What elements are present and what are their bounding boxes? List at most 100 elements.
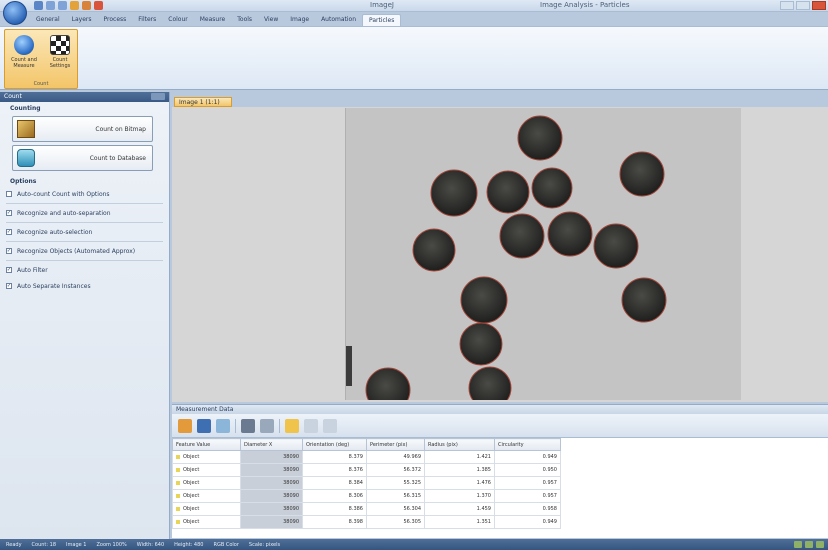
- particle: [531, 167, 573, 209]
- section-options: Options: [10, 178, 37, 185]
- tab-layers[interactable]: Layers: [66, 14, 98, 26]
- checkbox-checked-icon[interactable]: ✓: [6, 210, 12, 216]
- sort-descending-icon[interactable]: [323, 418, 337, 433]
- column-header[interactable]: Radius (pix): [424, 438, 495, 451]
- option-auto-count[interactable]: Auto-count Count with Options: [0, 186, 169, 202]
- table-cell: 0.949: [494, 515, 561, 529]
- column-header[interactable]: Diameter X: [240, 438, 303, 451]
- tab-general[interactable]: General: [30, 14, 66, 26]
- database-icon: [17, 149, 35, 167]
- indicator-icon[interactable]: [794, 541, 802, 548]
- application-menu-button[interactable]: [3, 1, 27, 25]
- tab-filters[interactable]: Filters: [132, 14, 162, 26]
- count-settings-button[interactable]: Count Settings: [43, 33, 77, 75]
- table-row[interactable]: Object 38090 8.379 49.969 1.421 0.949: [172, 450, 561, 464]
- particle: [365, 367, 411, 413]
- tab-measure[interactable]: Measure: [194, 14, 232, 26]
- checkbox-checked-icon[interactable]: ✓: [6, 267, 12, 273]
- stop-icon[interactable]: [94, 1, 103, 10]
- table-row[interactable]: Object 38090 8.306 56.315 1.370 0.957: [172, 489, 561, 503]
- indicator-icon[interactable]: [805, 541, 813, 548]
- table-cell: 55.325: [366, 476, 425, 490]
- count-on-bitmap-button[interactable]: Count on Bitmap: [12, 116, 153, 142]
- open-image-icon[interactable]: [70, 1, 79, 10]
- count-to-database-button[interactable]: Count to Database: [12, 145, 153, 171]
- table-row[interactable]: Object 38090 8.398 56.305 1.351 0.949: [172, 515, 561, 529]
- table-cell: 38090: [240, 450, 303, 464]
- table-cell: 38090: [240, 489, 303, 503]
- toolbar-separator: [235, 418, 236, 433]
- checkerboard-icon: [50, 35, 70, 55]
- column-header[interactable]: Circularity: [494, 438, 561, 451]
- tab-view[interactable]: View: [258, 14, 284, 26]
- export-icon[interactable]: [178, 418, 192, 433]
- column-header[interactable]: Perimeter (pix): [366, 438, 425, 451]
- save-icon[interactable]: [34, 1, 43, 10]
- status-item: Zoom 100%: [96, 541, 127, 548]
- table-cell: 8.376: [302, 463, 367, 477]
- document-tab[interactable]: Image 1 (1:1): [174, 97, 232, 107]
- sort-ascending-icon[interactable]: [304, 418, 318, 433]
- particle: [460, 276, 508, 324]
- refresh-icon[interactable]: [216, 418, 230, 433]
- table-cell: Object: [172, 476, 241, 490]
- tab-automation[interactable]: Automation: [315, 14, 362, 26]
- option-label: Auto Separate Instances: [17, 282, 91, 290]
- close-button[interactable]: [812, 1, 826, 10]
- table-row[interactable]: Object 38090 8.384 55.325 1.476 0.957: [172, 476, 561, 490]
- section-counting: Counting: [10, 105, 41, 112]
- filter-icon[interactable]: [285, 418, 299, 433]
- quick-access-toolbar: [34, 1, 103, 10]
- tab-colour[interactable]: Colour: [162, 14, 193, 26]
- status-item: Image 1: [66, 541, 87, 548]
- table-cell: Object: [172, 502, 241, 516]
- option-recognize-selection[interactable]: ✓ Recognize auto-selection: [0, 224, 169, 240]
- option-auto-separate[interactable]: ✓ Auto Separate Instances: [0, 278, 169, 294]
- checkbox-checked-icon[interactable]: ✓: [6, 248, 12, 254]
- checkbox-icon[interactable]: [6, 191, 12, 197]
- option-recognize-objects[interactable]: ✓ Recognize Objects (Automated Approx): [0, 243, 169, 259]
- table-cell: Object: [172, 489, 241, 503]
- particle: [468, 366, 512, 410]
- column-header[interactable]: Feature Value: [172, 438, 241, 451]
- option-recognize-separation[interactable]: ✓ Recognize and auto-separation: [0, 205, 169, 221]
- maximize-button[interactable]: [796, 1, 810, 10]
- save-data-icon[interactable]: [197, 418, 211, 433]
- tab-particles[interactable]: Particles: [362, 14, 402, 26]
- tab-process[interactable]: Process: [98, 14, 133, 26]
- indicator-icon[interactable]: [816, 541, 824, 548]
- tab-image[interactable]: Image: [284, 14, 315, 26]
- minimize-button[interactable]: [780, 1, 794, 10]
- table-cell: 8.306: [302, 489, 367, 503]
- panel-header: Count: [0, 92, 169, 102]
- table-cell: 38090: [240, 476, 303, 490]
- redo-icon[interactable]: [58, 1, 67, 10]
- table-cell: 8.384: [302, 476, 367, 490]
- count-settings-label: Count Settings: [49, 57, 71, 69]
- table-cell: 1.459: [424, 502, 495, 516]
- count-measure-button[interactable]: Count and Measure: [7, 33, 41, 75]
- table-cell: 0.958: [494, 502, 561, 516]
- capture-icon[interactable]: [82, 1, 91, 10]
- undo-icon[interactable]: [46, 1, 55, 10]
- particle: [486, 170, 530, 214]
- copy-icon[interactable]: [260, 418, 274, 433]
- table-row[interactable]: Object 38090 8.376 56.372 1.385 0.950: [172, 463, 561, 477]
- results-grid[interactable]: Feature Value Diameter X Orientation (de…: [172, 438, 828, 538]
- option-label: Auto Filter: [17, 266, 48, 274]
- divider: [6, 222, 163, 223]
- panel-title: Count: [4, 93, 22, 100]
- column-header[interactable]: Orientation (deg): [302, 438, 367, 451]
- checkbox-checked-icon[interactable]: ✓: [6, 283, 12, 289]
- tab-tools[interactable]: Tools: [231, 14, 258, 26]
- option-auto-filter[interactable]: ✓ Auto Filter: [0, 262, 169, 278]
- table-row[interactable]: Object 38090 8.386 56.304 1.459 0.958: [172, 502, 561, 516]
- image-canvas[interactable]: [345, 108, 741, 413]
- panel-pin-icon[interactable]: [151, 93, 165, 100]
- option-label: Recognize and auto-separation: [17, 209, 111, 217]
- table-cell: 0.950: [494, 463, 561, 477]
- delete-icon[interactable]: [241, 418, 255, 433]
- checkbox-checked-icon[interactable]: ✓: [6, 229, 12, 235]
- status-item: RGB Color: [213, 541, 239, 548]
- table-cell: 49.969: [366, 450, 425, 464]
